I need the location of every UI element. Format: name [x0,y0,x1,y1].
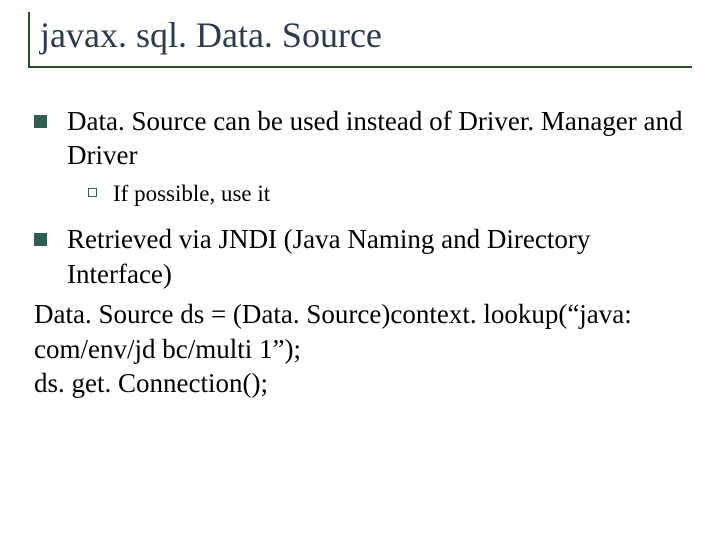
square-bullet-icon [34,233,47,246]
title-wrap: javax. sql. Data. Source [28,12,692,68]
square-bullet-icon [34,115,47,128]
slide-title: javax. sql. Data. Source [40,16,692,56]
bullet-level1: Data. Source can be used instead of Driv… [34,104,692,173]
bullet-text: Retrieved via JNDI (Java Naming and Dire… [67,222,692,291]
hollow-square-bullet-icon [88,188,97,197]
code-line: Data. Source ds = (Data. Source)context.… [34,297,692,366]
bullet-text: Data. Source can be used instead of Driv… [67,104,692,173]
slide: javax. sql. Data. Source Data. Source ca… [0,0,720,540]
slide-content: Data. Source can be used instead of Driv… [28,104,692,401]
bullet-level2: If possible, use it [88,179,692,208]
code-line: ds. get. Connection(); [34,366,692,401]
bullet-text: If possible, use it [113,179,692,208]
bullet-level1: Retrieved via JNDI (Java Naming and Dire… [34,222,692,291]
